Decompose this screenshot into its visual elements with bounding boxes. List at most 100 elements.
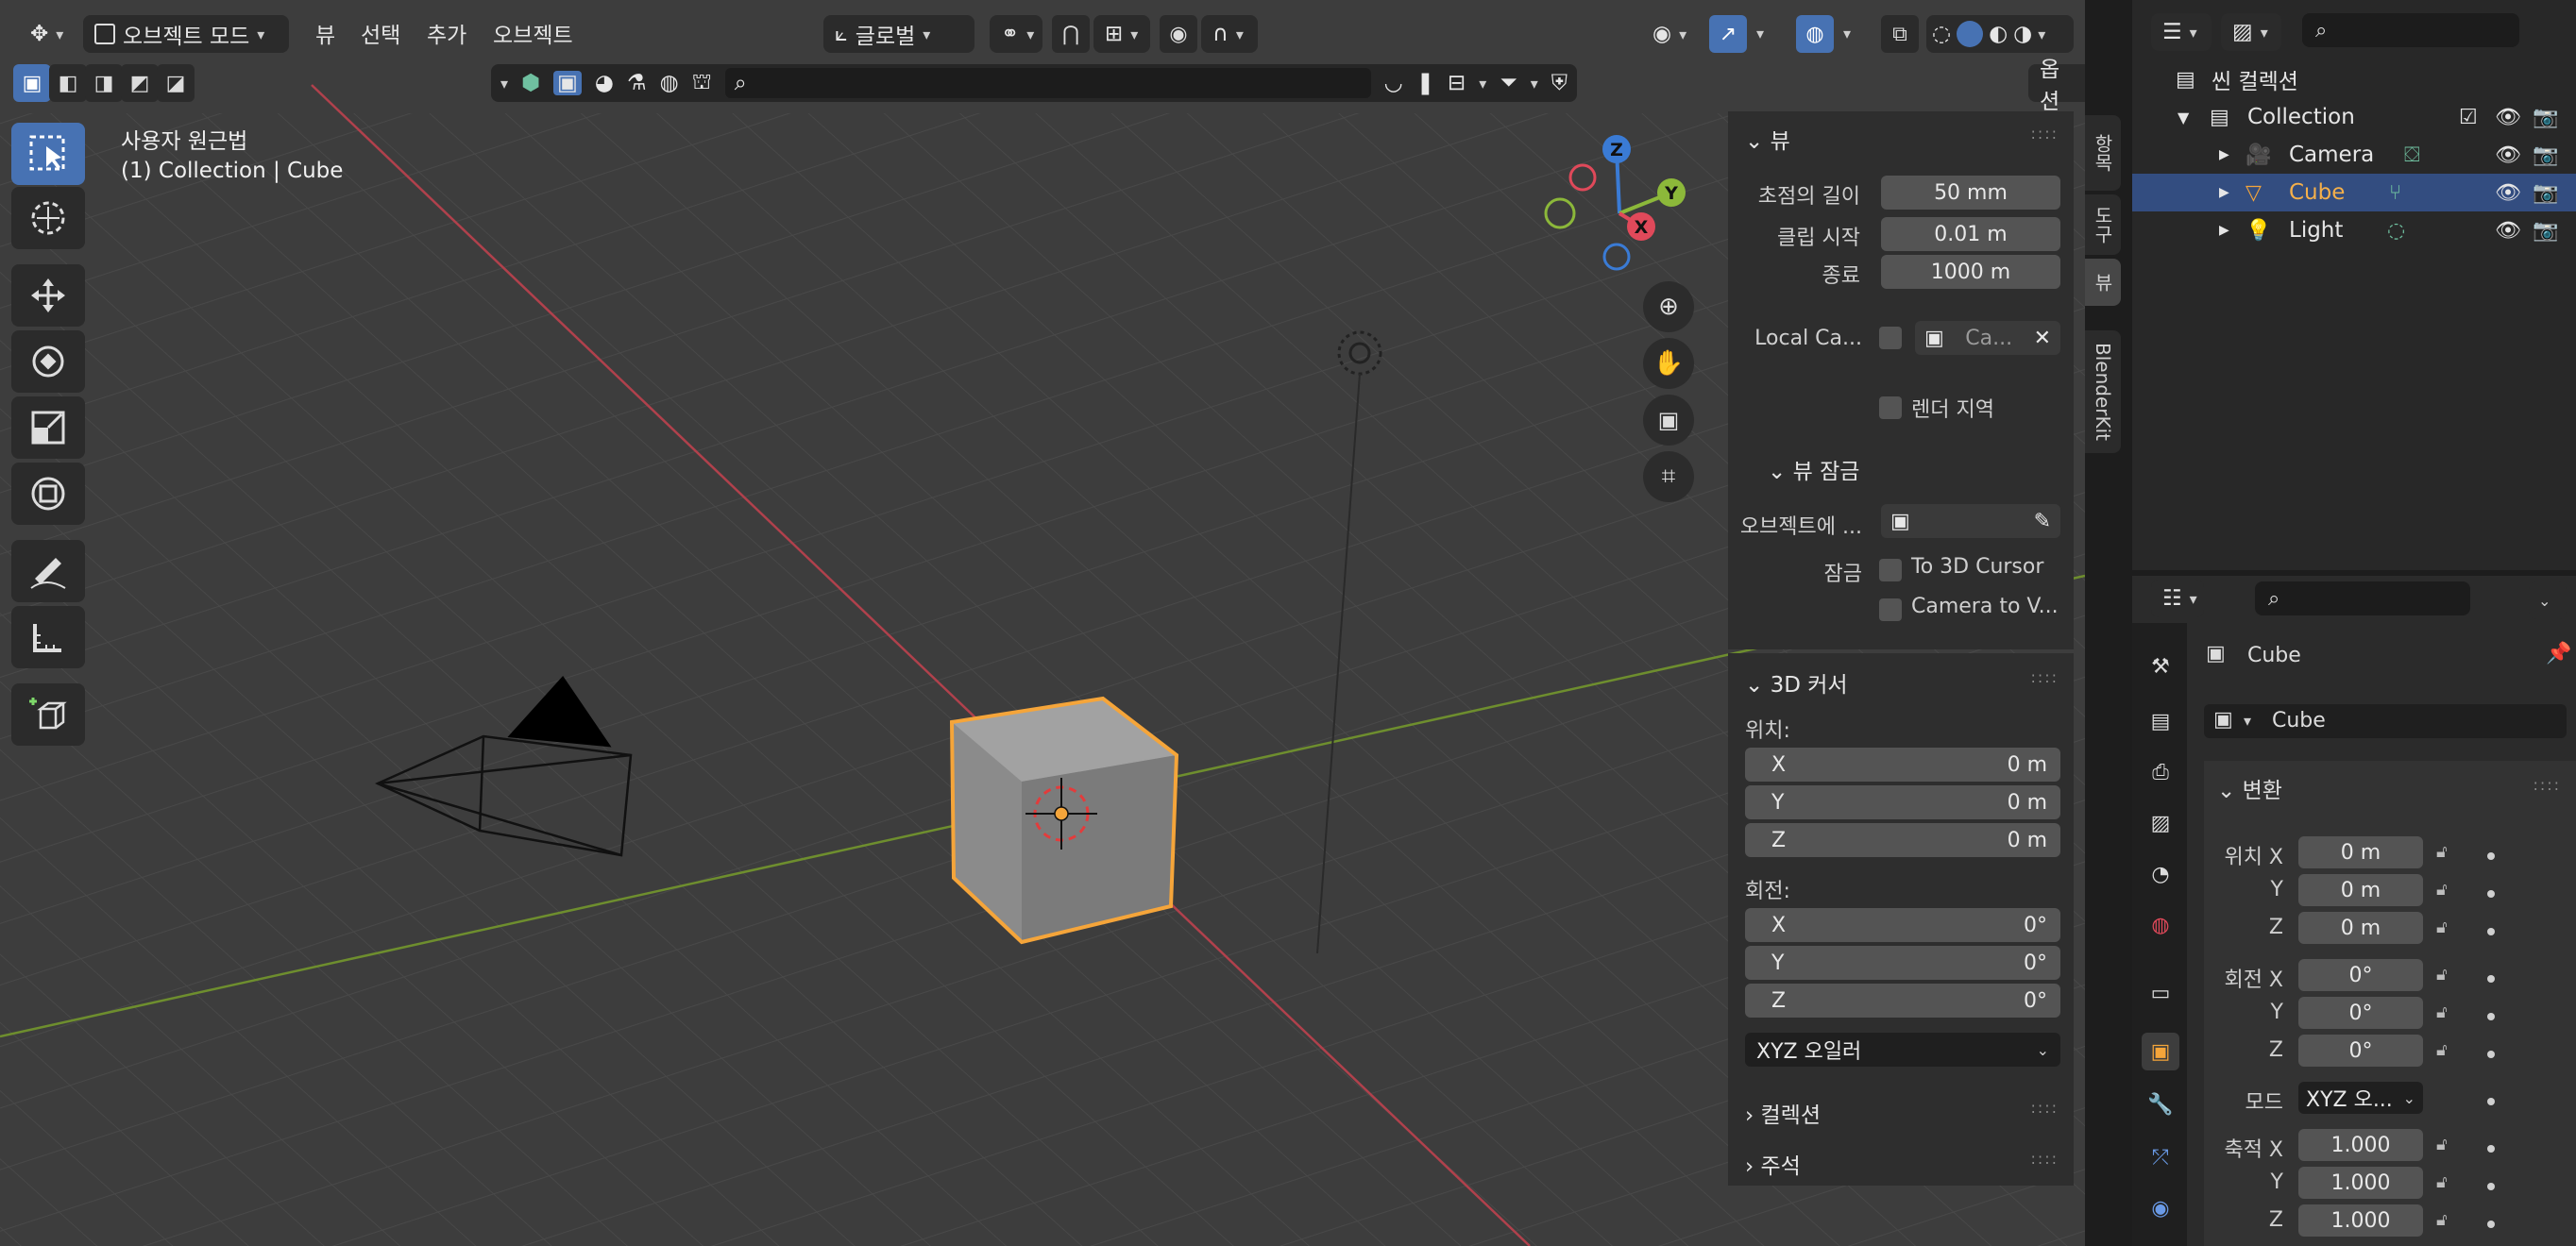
tab-item[interactable]: 항목 xyxy=(2085,115,2121,191)
menu-object[interactable]: 오브젝트 xyxy=(493,17,573,49)
filter-funnel-icon[interactable]: ⏷ xyxy=(1500,71,1517,95)
keyframe-dot-icon[interactable] xyxy=(2487,928,2495,935)
location-z-field[interactable]: 0 m xyxy=(2298,912,2423,944)
camera-view-button[interactable]: ▣ xyxy=(1643,395,1694,446)
wireframe-shading-icon[interactable]: ◌ xyxy=(1932,22,1951,46)
cursor-rotation-z[interactable]: Z 0° xyxy=(1745,984,2060,1018)
pivot-point-select[interactable]: ⚭ ▾ xyxy=(990,15,1042,53)
lock-icon[interactable]: 🔓︎ xyxy=(2436,842,2448,862)
tab-scene[interactable]: ◔ xyxy=(2142,855,2179,893)
local-camera-checkbox[interactable] xyxy=(1879,327,1902,349)
menu-select[interactable]: 선택 xyxy=(361,17,400,49)
gizmo-toggle[interactable]: ↗ xyxy=(1709,15,1747,53)
proportional-edit-toggle[interactable]: ◉ xyxy=(1160,15,1197,53)
tool-add-cube[interactable] xyxy=(11,683,85,746)
chevron-down-icon[interactable]: ▾ xyxy=(2038,25,2045,43)
chevron-down-icon[interactable]: ▾ xyxy=(1756,25,1764,42)
select-intersect-mode[interactable]: ◪ xyxy=(157,64,195,102)
mesh-filter-icon[interactable]: ▣ xyxy=(553,71,582,95)
clip-end-field[interactable]: 1000 m xyxy=(1881,255,2060,289)
light-filter-icon[interactable]: ⚗ xyxy=(627,71,647,95)
drag-handle-icon[interactable]: :::: xyxy=(2030,1099,2059,1117)
camera-to-view-checkbox[interactable] xyxy=(1879,598,1902,621)
rotation-mode-select[interactable]: XYZ 오... ⌄ xyxy=(2298,1082,2423,1114)
keyframe-dot-icon[interactable] xyxy=(2487,1221,2495,1228)
expand-right-icon[interactable]: ▶ xyxy=(2219,185,2229,200)
xray-toggle[interactable]: ⧉ xyxy=(1881,15,1919,53)
lock-to-object-field[interactable]: ▣ ✎ xyxy=(1881,504,2060,538)
bookmark-icon[interactable]: ❚ xyxy=(1416,71,1434,95)
navigation-gizmo[interactable]: Z Y X xyxy=(1530,128,1700,279)
zoom-button[interactable]: ⊕ xyxy=(1643,281,1694,332)
tool-rotate[interactable] xyxy=(11,330,85,393)
drag-handle-icon[interactable]: :::: xyxy=(2030,1150,2059,1168)
tool-annotate[interactable] xyxy=(11,540,85,602)
3d-cursor-header[interactable]: ⌄ 3D 커서 xyxy=(1745,666,1848,699)
drag-handle-icon[interactable]: :::: xyxy=(2533,776,2561,794)
mode-select[interactable]: 오브젝트 모드 ▾ xyxy=(83,15,289,53)
tab-physics[interactable]: ◉ xyxy=(2142,1189,2179,1227)
editor-type-button[interactable]: ☰ ▾ xyxy=(2151,13,2212,51)
camera-render-icon[interactable]: 📷 xyxy=(2533,106,2558,129)
scene-collection-row[interactable]: ▤ 씬 컬렉션 xyxy=(2132,60,2576,98)
material-shading-icon[interactable]: ◐ xyxy=(1989,22,2008,46)
eye-icon[interactable]: 👁 xyxy=(2495,106,2521,129)
annotation-section[interactable]: › 주석 :::: xyxy=(1728,1138,2074,1186)
expand-right-icon[interactable]: ▶ xyxy=(2219,223,2229,238)
rendered-shading-icon[interactable]: ◑ xyxy=(2013,22,2032,46)
tab-blenderkit[interactable]: BlenderKit xyxy=(2085,330,2121,453)
eye-icon[interactable]: 👁 xyxy=(2495,181,2521,205)
camera-render-icon[interactable]: 📷 xyxy=(2533,181,2558,205)
keyframe-dot-icon[interactable] xyxy=(2487,890,2495,898)
lock-icon[interactable]: 🔓︎ xyxy=(2436,965,2448,985)
checkbox-checked-icon[interactable]: ☑ xyxy=(2459,106,2478,129)
select-extend-mode[interactable]: ◧ xyxy=(49,64,87,102)
tab-world[interactable]: ◍ xyxy=(2142,906,2179,944)
rotation-mode-select[interactable]: XYZ 오일러 ⌄ xyxy=(1745,1033,2060,1067)
properties-search-input[interactable]: ⌕ xyxy=(2255,581,2470,615)
solid-shading-icon[interactable] xyxy=(1957,21,1984,47)
rotation-x-field[interactable]: 0° xyxy=(2298,959,2423,991)
keyframe-dot-icon[interactable] xyxy=(2487,1145,2495,1153)
collection-section-header[interactable]: › 컬렉션 xyxy=(1745,1097,1821,1129)
lock-icon[interactable]: 🔓︎ xyxy=(2436,880,2448,900)
cursor-rotation-x[interactable]: X 0° xyxy=(1745,908,2060,942)
rotation-z-field[interactable]: 0° xyxy=(2298,1035,2423,1067)
annotation-section-header[interactable]: › 주석 xyxy=(1745,1148,1801,1180)
render-region-checkbox[interactable] xyxy=(1879,396,1902,419)
keyframe-dot-icon[interactable] xyxy=(2487,1183,2495,1190)
scale-x-field[interactable]: 1.000 xyxy=(2298,1129,2423,1161)
expand-down-icon[interactable]: ▼ xyxy=(2178,109,2189,126)
collection-row[interactable]: ▼ ▤ Collection ☑ 👁 📷 xyxy=(2132,98,2576,136)
scale-y-field[interactable]: 1.000 xyxy=(2298,1167,2423,1199)
properties-options-button[interactable]: ⌄ xyxy=(2529,581,2567,619)
cursor-location-z[interactable]: Z 0 m xyxy=(1745,823,2060,857)
tool-scale[interactable] xyxy=(11,396,85,459)
tab-view[interactable]: 뷰 xyxy=(2085,259,2121,306)
location-x-field[interactable]: 0 m xyxy=(2298,836,2423,868)
to-3d-cursor-checkbox[interactable] xyxy=(1879,559,1902,581)
shield-icon[interactable]: ⛨ xyxy=(1551,71,1568,95)
visibility-select[interactable]: ◉ ▾ xyxy=(1641,15,1702,53)
keyframe-dot-icon[interactable] xyxy=(2487,1098,2495,1105)
clip-start-field[interactable]: 0.01 m xyxy=(1881,217,2060,251)
outliner-item-light[interactable]: ▶ 💡 Light ◌ 👁 📷 xyxy=(2132,211,2576,249)
expand-right-icon[interactable]: ▶ xyxy=(2219,147,2229,162)
tab-collection[interactable]: ▭ xyxy=(2142,974,2179,1012)
snap-target-select[interactable]: ⊞ ▾ xyxy=(1093,15,1150,53)
lock-icon[interactable]: 🔓︎ xyxy=(2436,918,2448,937)
view-lock-header[interactable]: ⌄ 뷰 잠금 xyxy=(1768,453,1859,485)
collection-section[interactable]: › 컬렉션 :::: xyxy=(1728,1087,2074,1135)
cursor-rotation-y[interactable]: Y 0° xyxy=(1745,946,2060,980)
falloff-select[interactable]: ∩ ▾ xyxy=(1201,15,1258,53)
chevron-down-icon[interactable]: ▾ xyxy=(500,75,508,93)
outliner-item-camera[interactable]: ▶ 🎥 Camera ⛋ 👁 📷 xyxy=(2132,136,2576,174)
menu-add[interactable]: 추가 xyxy=(427,17,466,49)
close-icon[interactable]: ✕ xyxy=(2034,327,2051,350)
display-mode-button[interactable]: ▨ ▾ xyxy=(2221,13,2281,51)
keyframe-dot-icon[interactable] xyxy=(2487,1051,2495,1058)
camera-render-icon[interactable]: 📷 xyxy=(2533,143,2558,167)
object-name-field[interactable]: ▣ ▾ Cube xyxy=(2204,704,2567,738)
mesh-data-icon[interactable]: ⑂ xyxy=(2389,181,2401,205)
tab-tool[interactable]: 도구 xyxy=(2085,194,2121,255)
